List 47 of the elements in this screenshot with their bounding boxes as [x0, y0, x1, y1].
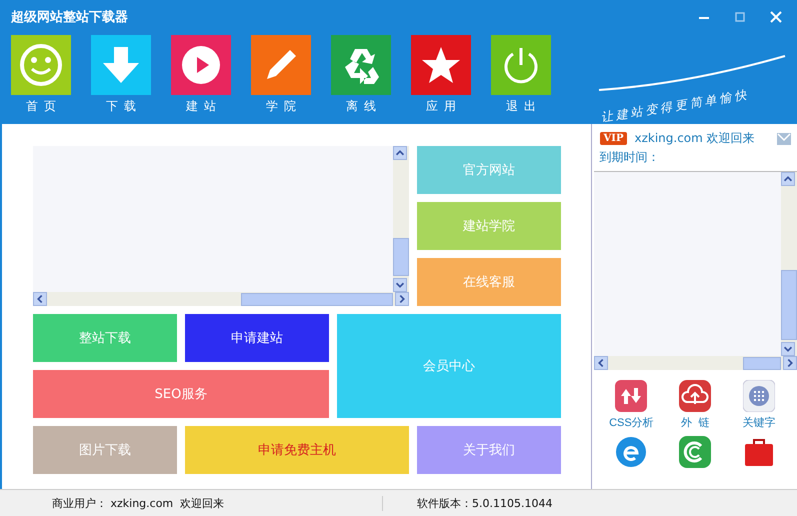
horizontal-scrollbar[interactable] — [33, 292, 409, 306]
status-user: 商业用户： xzking.com 欢迎回来 — [51, 496, 226, 510]
window-title: 超级网站整站下载器 — [11, 9, 128, 26]
close-icon[interactable] — [769, 10, 783, 24]
toolbar-button[interactable]: 退出 — [491, 35, 551, 115]
scroll-down-icon[interactable] — [781, 342, 795, 356]
vip-badge: VIP — [600, 132, 628, 145]
toolbar-button[interactable]: 首页 — [11, 35, 71, 115]
cloud-upload-icon — [679, 380, 712, 412]
toolbar-button[interactable]: 应用 — [411, 35, 471, 115]
browser-icon — [615, 436, 648, 468]
toolbar-button[interactable]: 学院 — [251, 35, 311, 115]
maximize-icon[interactable] — [733, 10, 747, 24]
tile-button[interactable]: 整站下载 — [33, 314, 177, 362]
vertical-scrollbar[interactable] — [393, 146, 409, 292]
app-button[interactable]: 外 链 — [663, 380, 728, 430]
scroll-down-icon[interactable] — [393, 278, 407, 292]
keypad-icon — [743, 380, 776, 412]
app-button[interactable]: CSS分析 — [600, 380, 664, 430]
toolbox-icon — [743, 436, 776, 468]
horizontal-scrollbar[interactable] — [594, 356, 797, 370]
tile-button[interactable]: 申请免费主机 — [185, 426, 409, 474]
vertical-scrollbar[interactable] — [781, 172, 797, 356]
greeting-text: xzking.com 欢迎回来 — [634, 130, 756, 147]
tile-button[interactable]: 申请建站 — [185, 314, 329, 362]
toolbar-button[interactable]: 离线 — [331, 35, 391, 115]
slogan: 让建站变得更简单愉快 — [600, 86, 750, 127]
tile-button[interactable]: SEO服务 — [33, 370, 329, 418]
scroll-up-icon[interactable] — [393, 146, 407, 160]
tile-button[interactable]: 图片下载 — [33, 426, 177, 474]
play-icon — [181, 45, 221, 85]
scroll-right-icon[interactable] — [783, 356, 797, 370]
smiley-icon — [19, 43, 63, 87]
toolbar-button[interactable]: 建站 — [171, 35, 231, 115]
status-version: 软件版本：5.0.1105.1044 — [382, 496, 552, 510]
app-button[interactable]: 关键字 — [727, 380, 791, 430]
download-icon — [101, 45, 141, 85]
expiry-label: 到期时间： — [600, 149, 661, 166]
torrent-icon — [679, 436, 712, 468]
toolbar-button[interactable]: 下载 — [91, 35, 151, 115]
tile-button[interactable]: 关于我们 — [417, 426, 561, 474]
scroll-right-icon[interactable] — [395, 292, 409, 306]
scroll-left-icon[interactable] — [594, 356, 608, 370]
scroll-left-icon[interactable] — [33, 292, 47, 306]
arrows-icon — [615, 380, 648, 412]
star-icon — [421, 45, 461, 85]
scroll-up-icon[interactable] — [781, 172, 795, 186]
